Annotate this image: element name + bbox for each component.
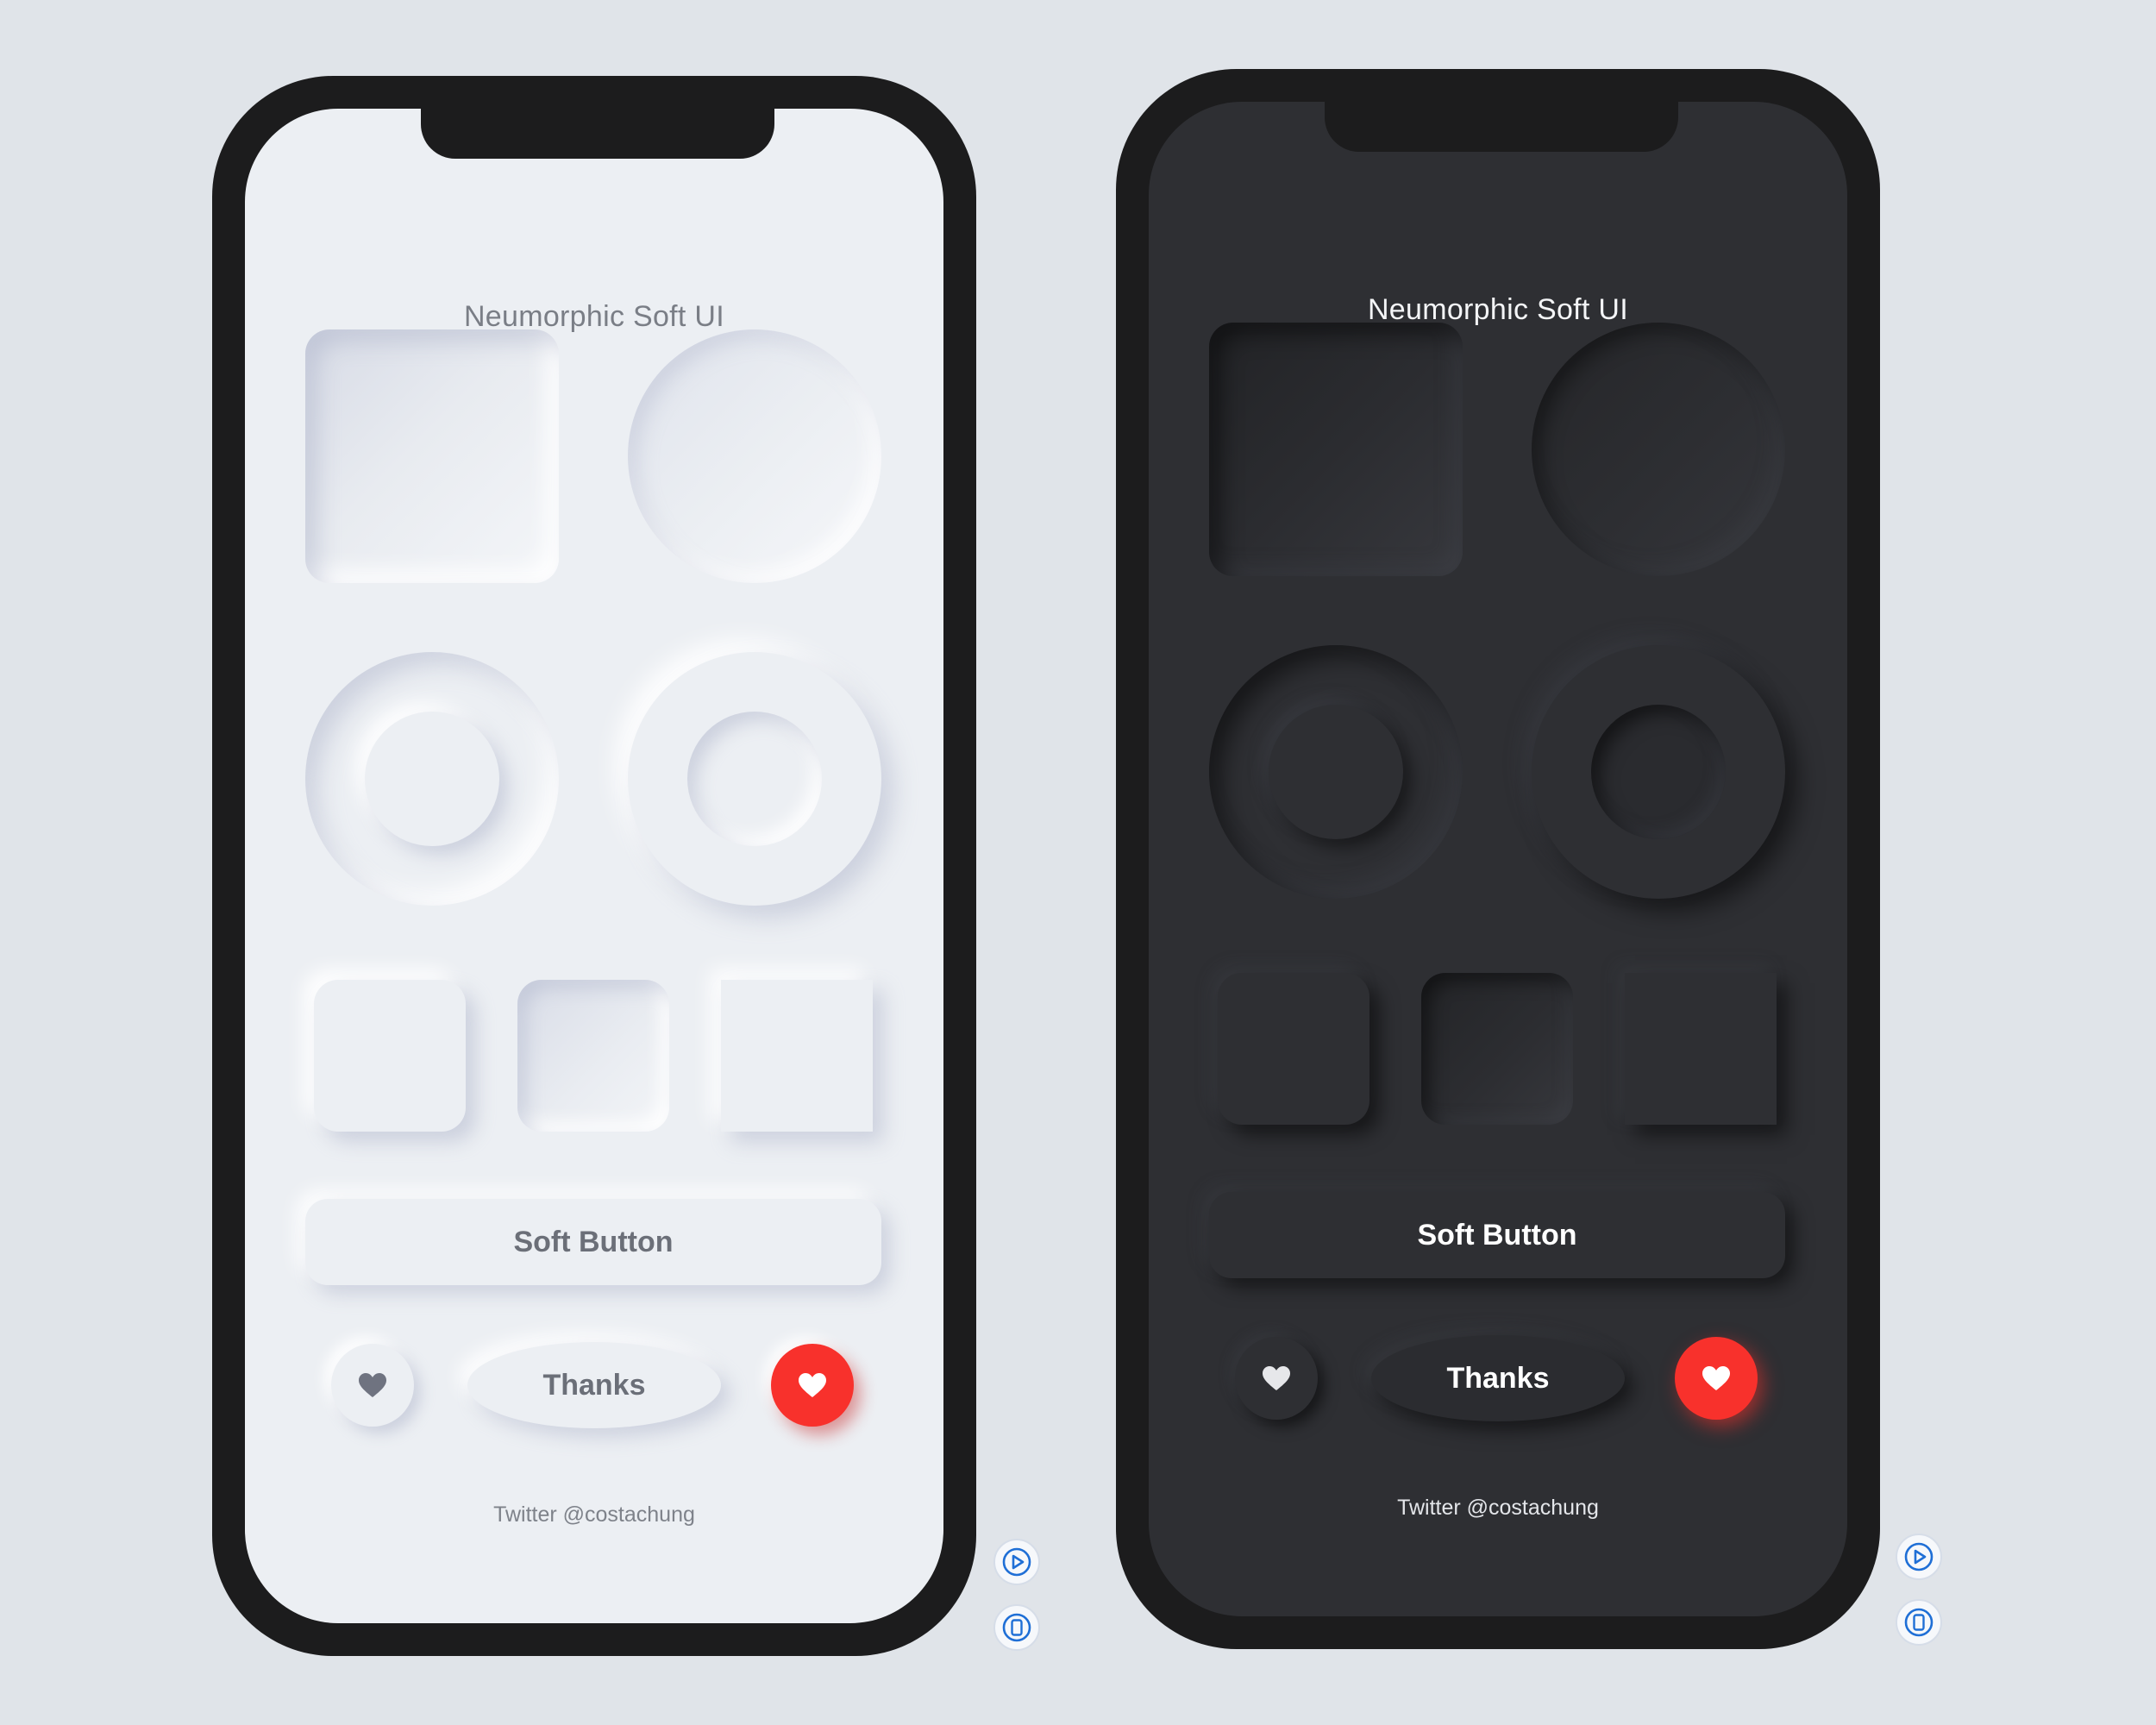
phone-device-icon [1904,1608,1934,1637]
inset-square-card [305,329,559,583]
raised-ring-knob[interactable] [628,652,881,906]
inset-ring-knob[interactable] [305,652,559,906]
thanks-button[interactable]: Thanks [467,1342,721,1428]
heart-icon [1702,1366,1730,1390]
raised-ring-center [365,712,499,846]
light-phone-screen: Neumorphic Soft UI Soft Button Thanks Tw… [245,109,943,1623]
phone-notch [421,109,774,159]
phone-notch [1325,102,1678,152]
inset-ring-center [1591,705,1726,839]
inset-rounded-tile[interactable] [1421,973,1573,1125]
heart-icon [359,1373,386,1397]
like-button[interactable] [331,1344,414,1427]
heart-icon [1263,1366,1290,1390]
play-icon [1904,1542,1934,1571]
play-preview-button[interactable] [1896,1534,1942,1580]
dark-phone-mockup: Neumorphic Soft UI Soft Button Thanks Tw… [1116,69,1880,1649]
device-preview-button[interactable] [993,1604,1040,1651]
credit-text: Twitter @costachung [493,1502,695,1527]
credit-text: Twitter @costachung [1397,1496,1599,1520]
inset-ring-knob[interactable] [1209,645,1463,899]
inset-square-card [1209,323,1463,576]
phone-device-icon [1002,1613,1031,1642]
soft-button[interactable]: Soft Button [1209,1192,1785,1278]
play-preview-button[interactable] [993,1539,1040,1585]
heart-icon [799,1373,826,1397]
dark-phone-screen: Neumorphic Soft UI Soft Button Thanks Tw… [1149,102,1847,1616]
inset-rounded-tile[interactable] [517,980,669,1132]
favorite-button[interactable] [771,1344,854,1427]
inset-ring-center [687,712,822,846]
like-button[interactable] [1235,1337,1318,1420]
inset-circle-card [628,329,881,583]
raised-rounded-tile[interactable] [1218,973,1369,1125]
light-phone-mockup: Neumorphic Soft UI Soft Button Thanks Tw… [212,76,976,1656]
inset-circle-card [1532,323,1785,576]
raised-ring-center [1269,705,1403,839]
raised-square-tile[interactable] [1625,973,1777,1125]
favorite-button[interactable] [1675,1337,1758,1420]
device-preview-button[interactable] [1896,1599,1942,1646]
thanks-button[interactable]: Thanks [1371,1335,1625,1421]
raised-rounded-tile[interactable] [314,980,466,1132]
raised-ring-knob[interactable] [1532,645,1785,899]
play-icon [1002,1547,1031,1577]
soft-button[interactable]: Soft Button [305,1199,881,1285]
raised-square-tile[interactable] [721,980,873,1132]
